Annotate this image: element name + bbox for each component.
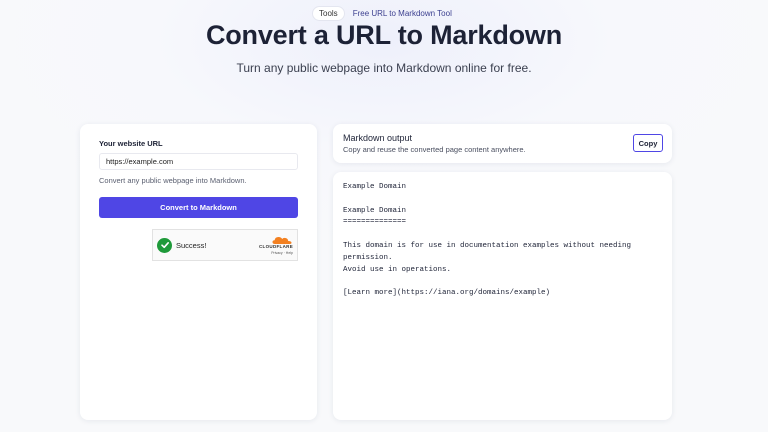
captcha-links[interactable]: Privacy · Help (271, 251, 293, 255)
cloudflare-wordmark: CLOUDFLARE (259, 244, 293, 249)
top-badge: Tools Free URL to Markdown Tool (312, 6, 452, 21)
output-description: Copy and reuse the converted page conten… (343, 145, 526, 154)
cloudflare-logo: CLOUDFLARE (259, 235, 293, 249)
url-helper-text: Convert any public webpage into Markdown… (99, 176, 247, 185)
markdown-output-panel[interactable]: Example Domain Example Domain ==========… (333, 172, 672, 420)
success-check-icon (157, 237, 172, 253)
output-title: Markdown output (343, 133, 413, 143)
url-form-card: Your website URL Convert any public webp… (80, 124, 317, 420)
markdown-output-text[interactable]: Example Domain Example Domain ==========… (343, 182, 667, 300)
captcha-status: Success! (176, 240, 207, 250)
output-header-card: Markdown output Copy and reuse the conve… (333, 124, 672, 163)
badge-text: Free URL to Markdown Tool (352, 9, 452, 18)
tools-tag[interactable]: Tools (312, 6, 345, 21)
url-input[interactable] (99, 153, 298, 170)
page-subtitle: Turn any public webpage into Markdown on… (236, 61, 532, 75)
convert-button[interactable]: Convert to Markdown (99, 197, 298, 218)
page-title: Convert a URL to Markdown (205, 20, 563, 50)
captcha-widget[interactable]: Success! CLOUDFLARE Privacy · Help (152, 229, 298, 261)
copy-button[interactable]: Copy (633, 134, 663, 152)
url-field-label: Your website URL (99, 139, 163, 148)
